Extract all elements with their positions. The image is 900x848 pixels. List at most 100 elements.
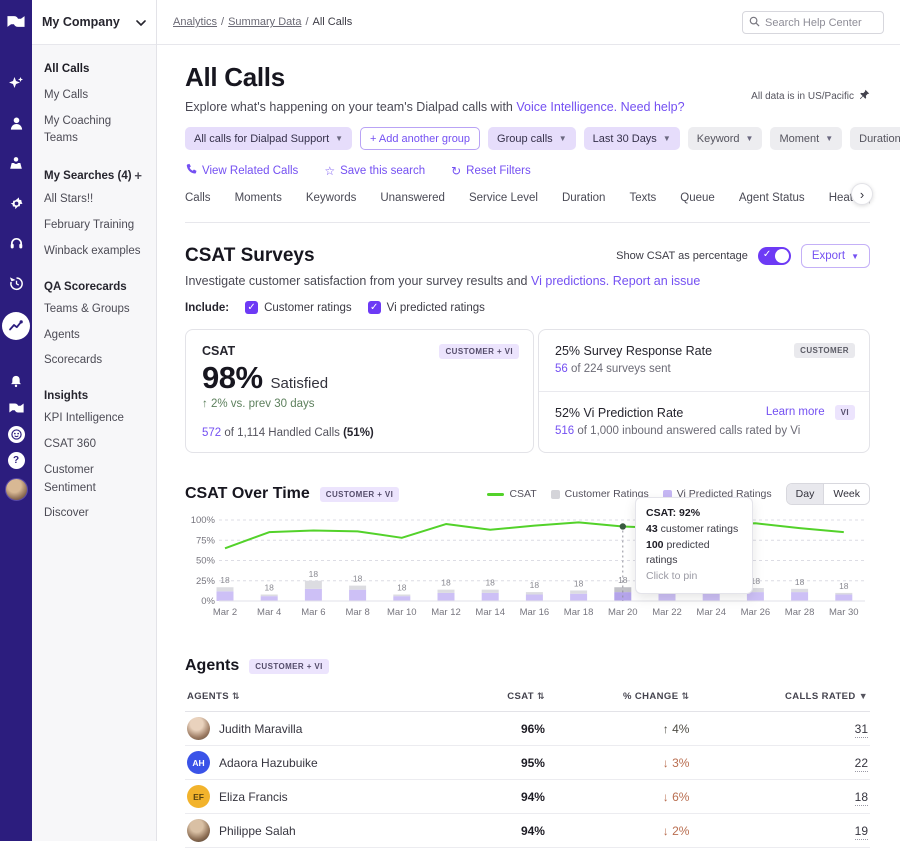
agent-row-judith-maravilla[interactable]: Judith Maravilla96%↑ 4%31 <box>185 712 870 746</box>
tab-calls[interactable]: Calls <box>185 192 211 222</box>
filter-chip-group-calls[interactable]: Group calls▼ <box>488 127 576 150</box>
csat-value: 98% <box>202 360 263 396</box>
tabs-scroll-right-button[interactable]: › <box>851 183 873 205</box>
sidebar-group-label: QA Scorecards <box>44 281 127 293</box>
need-help-link[interactable]: Need help? <box>621 100 685 114</box>
reset-filters-link[interactable]: ↻Reset Filters <box>451 163 531 178</box>
column-header-calls-rated[interactable]: CALLS RATED▼ <box>691 685 870 712</box>
column-header-agents[interactable]: AGENTS⇅ <box>185 685 461 712</box>
timezone-text: All data is in US/Pacific <box>751 91 854 102</box>
dialpad-logo-icon[interactable] <box>7 12 25 30</box>
customer-vi-badge: CUSTOMER + VI <box>439 344 519 359</box>
support-icon[interactable] <box>8 426 25 443</box>
breadcrumb-summary-data[interactable]: Summary Data <box>228 16 301 28</box>
sidebar-item-teams-groups[interactable]: Teams & Groups <box>32 297 156 323</box>
handled-calls-link[interactable]: 572 <box>202 427 221 439</box>
tab-duration[interactable]: Duration <box>562 192 605 222</box>
company-selector[interactable]: My Company <box>32 0 156 45</box>
filter-chip-duration[interactable]: Duration▼ <box>850 127 900 150</box>
sidebar-item-winback-examples[interactable]: Winback examples <box>32 239 156 265</box>
sidebar-item-my-calls[interactable]: My Calls <box>32 83 156 109</box>
sidebar-item-scorecards[interactable]: Scorecards <box>32 348 156 374</box>
column-header-change[interactable]: % CHANGE⇅ <box>547 685 691 712</box>
tab-agent-status[interactable]: Agent Status <box>739 192 805 222</box>
headset-icon[interactable] <box>7 234 25 252</box>
sidebar-item-my-coaching-teams[interactable]: My Coaching Teams <box>32 109 156 153</box>
svg-text:Mar 20: Mar 20 <box>608 607 638 618</box>
agent-name-cell: EFEliza Francis <box>185 780 461 814</box>
calls-rated-value[interactable]: 19 <box>855 824 868 840</box>
sidebar-item-all-stars[interactable]: All Stars!! <box>32 187 156 213</box>
svg-text:18: 18 <box>353 574 363 584</box>
tab-moments[interactable]: Moments <box>235 192 282 222</box>
tab-keywords[interactable]: Keywords <box>306 192 357 222</box>
sidebar-item-agents[interactable]: Agents <box>32 323 156 349</box>
sort-desc-icon: ▼ <box>859 691 868 701</box>
vi-predictions-link[interactable]: Vi predictions. <box>531 274 609 288</box>
save-this-search-link[interactable]: ☆Save this search <box>324 163 425 178</box>
sidebar-item-all-calls[interactable]: All Calls <box>32 57 156 83</box>
agent-csat-cell: 94% <box>461 814 547 848</box>
range-option-week[interactable]: Week <box>823 484 869 504</box>
vi-badge: VI <box>835 405 855 420</box>
svg-text:Mar 28: Mar 28 <box>785 607 815 618</box>
filter-chip-add-another-group[interactable]: + Add another group <box>360 127 480 150</box>
survey-response-detail: 56 of 224 surveys sent <box>555 363 853 375</box>
csat-percentage-toggle[interactable]: ✓ <box>758 247 791 265</box>
range-option-day[interactable]: Day <box>787 484 824 504</box>
vi-rated-link[interactable]: 516 <box>555 425 574 437</box>
history-icon[interactable] <box>7 274 25 292</box>
report-issue-link[interactable]: Report an issue <box>613 274 701 288</box>
export-button[interactable]: Export ▼ <box>801 244 870 268</box>
agent-row-eliza-francis[interactable]: EFEliza Francis94%↓ 6%18 <box>185 780 870 814</box>
notifications-bell-icon[interactable] <box>7 372 25 390</box>
view-related-calls-link[interactable]: View Related Calls <box>185 163 298 178</box>
chart-header: CSAT Over Time CUSTOMER + VI CSATCustome… <box>185 483 870 505</box>
ai-sparkles-icon[interactable] <box>7 74 25 92</box>
filter-chip-all-calls-for-dialpad-support[interactable]: All calls for Dialpad Support ▼ <box>185 127 352 150</box>
add-search-button[interactable]: + <box>132 168 144 183</box>
sidebar-item-customer-sentiment[interactable]: Customer Sentiment <box>32 458 156 502</box>
filter-chip-moment[interactable]: Moment▼ <box>770 127 842 150</box>
sidebar-item-discover[interactable]: Discover <box>32 501 156 527</box>
csat-over-time-chart: 0%25%50%75%100%18Mar 218Mar 418Mar 618Ma… <box>185 513 870 631</box>
search-input[interactable] <box>765 17 875 29</box>
sidebar-item-kpi-intelligence[interactable]: KPI Intelligence <box>32 406 156 432</box>
column-header-csat[interactable]: CSAT⇅ <box>461 685 547 712</box>
breadcrumb-analytics[interactable]: Analytics <box>173 16 217 28</box>
dialpad-app-icon[interactable] <box>7 399 25 417</box>
tab-unanswered[interactable]: Unanswered <box>380 192 445 222</box>
filter-chip-last-30-days[interactable]: Last 30 Days▼ <box>584 127 680 150</box>
legend-swatch <box>551 490 560 499</box>
analytics-icon[interactable] <box>2 312 30 340</box>
learn-more-link[interactable]: Learn more <box>766 406 825 418</box>
filter-chip-label: All calls for Dialpad Support <box>194 133 329 145</box>
user-avatar[interactable] <box>5 478 28 501</box>
pin-icon[interactable] <box>859 89 870 103</box>
settings-gear-icon[interactable] <box>7 194 25 212</box>
tab-queue[interactable]: Queue <box>680 192 715 222</box>
agent-row-adaora-hazubuike[interactable]: AHAdaora Hazubuike95%↓ 3%22 <box>185 746 870 780</box>
tab-texts[interactable]: Texts <box>629 192 656 222</box>
calls-rated-value[interactable]: 18 <box>855 790 868 806</box>
chevron-down-icon: ▼ <box>335 134 343 143</box>
help-question-icon[interactable]: ? <box>8 452 25 469</box>
csat-value: 94% <box>521 824 545 838</box>
sidebar-item-february-training[interactable]: February Training <box>32 213 156 239</box>
calls-rated-value[interactable]: 31 <box>855 722 868 738</box>
voice-intelligence-link[interactable]: Voice Intelligence. <box>516 100 617 114</box>
sort-icon: ⇅ <box>681 691 689 701</box>
calls-rated-value[interactable]: 22 <box>855 756 868 772</box>
filter-chip-label: Last 30 Days <box>593 133 657 145</box>
contacts-icon[interactable] <box>7 114 25 132</box>
coaching-icon[interactable] <box>7 154 25 172</box>
surveys-link[interactable]: 56 <box>555 363 568 375</box>
checkbox-customer-ratings[interactable]: ✓Customer ratings <box>245 301 352 314</box>
sidebar-item-csat-360[interactable]: CSAT 360 <box>32 432 156 458</box>
chart-title: CSAT Over Time <box>185 485 310 503</box>
tab-service-level[interactable]: Service Level <box>469 192 538 222</box>
star-icon: ☆ <box>324 164 335 178</box>
filter-chip-keyword[interactable]: Keyword▼ <box>688 127 763 150</box>
checkbox-vi-predicted-ratings[interactable]: ✓Vi predicted ratings <box>368 301 485 314</box>
agent-row-philippe-salah[interactable]: Philippe Salah94%↓ 2%19 <box>185 814 870 848</box>
